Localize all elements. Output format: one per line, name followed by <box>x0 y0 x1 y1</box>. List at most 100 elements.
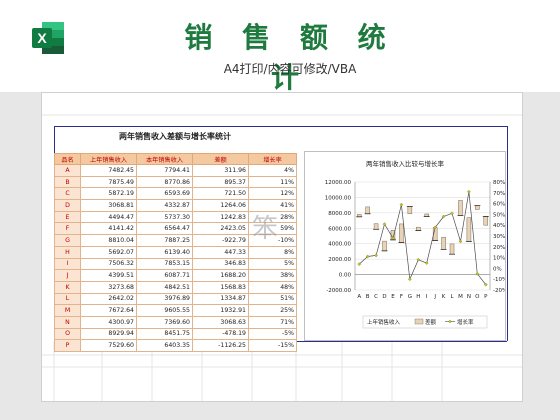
cell-last-year[interactable]: 2642.02 <box>80 292 137 306</box>
cell-last-year[interactable]: 8810.04 <box>80 234 137 247</box>
cell-this-year[interactable]: 6593.69 <box>136 187 193 201</box>
cell-difference[interactable]: -922.79 <box>192 234 249 247</box>
page-subtitle: A4打印/内容可修改/VBA <box>223 62 357 76</box>
cell-difference[interactable]: 1264.06 <box>192 199 249 212</box>
cell-this-year[interactable]: 6139.40 <box>136 245 193 259</box>
cell-difference[interactable]: 3068.63 <box>192 315 249 329</box>
cell-difference[interactable]: 721.50 <box>192 187 249 201</box>
cell-last-year[interactable]: 8929.94 <box>80 327 137 341</box>
x-tick-label: G <box>408 294 412 300</box>
cell-growth[interactable]: 12% <box>248 187 297 201</box>
cell-last-year[interactable]: 5872.19 <box>80 187 137 201</box>
cell-difference[interactable]: -1126.25 <box>192 339 249 352</box>
cell-difference[interactable]: 311.96 <box>192 164 249 177</box>
cell-name[interactable]: N <box>54 315 81 329</box>
cell-last-year[interactable]: 3273.68 <box>80 280 137 294</box>
cell-last-year[interactable]: 5692.07 <box>80 245 137 259</box>
cell-last-year[interactable]: 3068.81 <box>80 199 137 212</box>
cell-this-year[interactable]: 7887.25 <box>136 234 193 247</box>
cell-difference[interactable]: 2423.05 <box>192 222 249 236</box>
cell-this-year[interactable]: 8451.75 <box>136 327 193 341</box>
col-header-difference[interactable]: 差额 <box>192 153 249 165</box>
cell-last-year[interactable]: 7875.49 <box>80 175 137 189</box>
cell-last-year[interactable]: 7482.45 <box>80 164 137 177</box>
cell-this-year[interactable]: 7794.41 <box>136 164 193 177</box>
cell-last-year[interactable]: 4399.51 <box>80 269 137 282</box>
cell-name[interactable]: J <box>54 269 81 282</box>
cell-name[interactable]: E <box>54 210 81 224</box>
cell-this-year[interactable]: 6087.71 <box>136 269 193 282</box>
cell-difference[interactable]: 447.33 <box>192 245 249 259</box>
cell-name[interactable]: G <box>54 234 81 247</box>
right-tick-label: 60% <box>493 202 505 208</box>
cell-this-year[interactable]: 7369.60 <box>136 315 193 329</box>
cell-growth[interactable]: 11% <box>248 175 297 189</box>
col-header-this-year[interactable]: 本年销售收入 <box>136 153 193 165</box>
cell-growth[interactable]: -15% <box>248 339 297 352</box>
cell-last-year[interactable]: 4300.97 <box>80 315 137 329</box>
cell-growth[interactable]: 71% <box>248 315 297 329</box>
cell-name[interactable]: L <box>54 292 81 306</box>
cell-name[interactable]: F <box>54 222 81 236</box>
cell-name[interactable]: P <box>54 339 81 352</box>
cell-growth[interactable]: 25% <box>248 304 297 317</box>
cell-this-year[interactable]: 4332.87 <box>136 199 193 212</box>
cell-growth[interactable]: 5% <box>248 257 297 271</box>
cell-growth[interactable]: 4% <box>248 164 297 177</box>
cell-difference[interactable]: 1334.87 <box>192 292 249 306</box>
cell-last-year[interactable]: 7506.32 <box>80 257 137 271</box>
cell-name[interactable]: A <box>54 164 81 177</box>
cell-last-year[interactable]: 4494.47 <box>80 210 137 224</box>
cell-difference[interactable]: 1688.20 <box>192 269 249 282</box>
cell-this-year[interactable]: 4842.51 <box>136 280 193 294</box>
cell-growth[interactable]: -5% <box>248 327 297 341</box>
cell-last-year[interactable]: 4141.42 <box>80 222 137 236</box>
cell-growth[interactable]: 51% <box>248 292 297 306</box>
x-tick-label: F <box>400 294 403 300</box>
cell-difference[interactable]: 895.37 <box>192 175 249 189</box>
col-header-name[interactable]: 品名 <box>54 153 81 165</box>
cell-this-year[interactable]: 7853.15 <box>136 257 193 271</box>
growth-point <box>399 202 404 207</box>
cell-this-year[interactable]: 8770.86 <box>136 175 193 189</box>
cell-this-year[interactable]: 5737.30 <box>136 210 193 224</box>
cell-name[interactable]: O <box>54 327 81 341</box>
left-tick-label: 8000.00 <box>328 211 351 217</box>
x-tick-label: A <box>357 294 361 300</box>
cell-name[interactable]: I <box>54 257 81 271</box>
cell-growth[interactable]: 38% <box>248 269 297 282</box>
cell-name[interactable]: H <box>54 245 81 259</box>
cell-this-year[interactable]: 6564.47 <box>136 222 193 236</box>
difference-bar <box>416 226 421 231</box>
cell-this-year[interactable]: 3976.89 <box>136 292 193 306</box>
sales-comparison-chart: 两年销售收入比较与增长率 12000.00 10000.00 8000.00 6000.… <box>325 159 507 329</box>
cell-name[interactable]: C <box>54 187 81 201</box>
cell-this-year[interactable]: 6403.35 <box>136 339 193 352</box>
table-row: K 3273.68 4842.51 1568.83 48% <box>54 280 297 294</box>
cell-last-year[interactable]: 7529.60 <box>80 339 137 352</box>
cell-growth[interactable]: 48% <box>248 280 297 294</box>
cell-this-year[interactable]: 9605.55 <box>136 304 193 317</box>
x-tick-label: I <box>426 294 428 300</box>
cell-name[interactable]: D <box>54 199 81 212</box>
cell-difference[interactable]: 1568.83 <box>192 280 249 294</box>
cell-growth[interactable]: 8% <box>248 245 297 259</box>
cell-name[interactable]: M <box>54 304 81 317</box>
col-header-last-year[interactable]: 上年销售收入 <box>80 153 137 165</box>
right-tick-label: 20% <box>493 245 505 251</box>
cell-difference[interactable]: 1242.83 <box>192 210 249 224</box>
cell-difference[interactable]: 1932.91 <box>192 304 249 317</box>
cell-name[interactable]: K <box>54 280 81 294</box>
cell-name[interactable]: B <box>54 175 81 189</box>
difference-bar <box>441 236 446 250</box>
cell-difference[interactable]: 346.83 <box>192 257 249 271</box>
right-tick-label: 30% <box>493 234 505 240</box>
x-tick-label: L <box>450 294 454 300</box>
table-row: A 7482.45 7794.41 311.96 4% <box>54 164 297 177</box>
cell-last-year[interactable]: 7672.64 <box>80 304 137 317</box>
cell-difference[interactable]: -478.19 <box>192 327 249 341</box>
left-tick-label: -2000.00 <box>326 288 351 294</box>
difference-bar <box>449 243 455 255</box>
col-header-growth[interactable]: 增长率 <box>248 153 297 165</box>
left-tick-label: 6000.00 <box>328 226 351 232</box>
